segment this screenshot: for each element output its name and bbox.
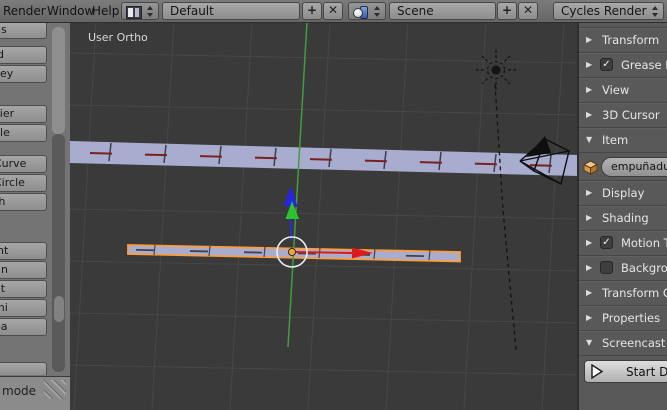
properties-region: ▶ Transform ▶ ✓ Grease Pe ▶ View ▶ 3D Cu…	[577, 22, 667, 410]
panel-section-label: Display	[602, 186, 645, 200]
tool-button-nurbs-curve[interactable]: Curve	[0, 155, 47, 173]
panel-section-motion-tracking[interactable]: ▶ ✓ Motion Tra	[579, 230, 667, 256]
tool-button-area-lamp[interactable]: ea	[0, 318, 47, 336]
panel-section-label: Motion Tra	[621, 236, 667, 250]
disclosure-triangle-icon: ▶	[586, 60, 593, 69]
screen-layout-icon	[126, 6, 142, 19]
tool-button-path[interactable]: th	[0, 193, 47, 211]
checkbox[interactable]: ✓	[600, 58, 613, 71]
viewport-scene	[70, 22, 578, 410]
tool-button-sun-lamp[interactable]: un	[0, 261, 47, 279]
panel-section-properties[interactable]: ▶ Properties	[579, 305, 667, 331]
plus-icon: +	[501, 3, 513, 17]
render-engine-dropdown[interactable]: Cycles Render	[553, 2, 664, 20]
object-origin-dot	[287, 247, 297, 257]
viewport-header-strip: mode	[0, 376, 70, 410]
tool-button-partial[interactable]	[0, 362, 47, 375]
item-name-row: empuñadur	[579, 152, 667, 181]
shelf-scrollbar-thumb[interactable]	[54, 296, 64, 322]
tool-button-monkey[interactable]: key	[0, 65, 47, 83]
panel-section-label: Backgroun	[621, 261, 667, 275]
resize-grip-icon[interactable]	[44, 380, 66, 399]
updown-arrows-icon	[147, 6, 154, 17]
menu-window[interactable]: Window	[47, 4, 94, 18]
tool-button-point-lamp[interactable]: int	[0, 242, 47, 260]
viewport-canvas[interactable]: User Ortho	[70, 22, 578, 410]
panel-section-shading[interactable]: ▶ Shading	[579, 205, 667, 231]
plus-icon: +	[306, 3, 318, 17]
disclosure-triangle-icon: ▼	[586, 135, 593, 144]
blender-window: Render Window Help Default + ✕ Scene + ✕…	[0, 0, 667, 410]
menu-help[interactable]: Help	[92, 4, 119, 18]
tool-button-torus[interactable]: us	[0, 23, 47, 39]
panel-section-label: View	[602, 83, 630, 97]
shelf-scrollbar-track-top[interactable]	[52, 27, 65, 134]
checkbox[interactable]: ✓	[600, 236, 613, 249]
disclosure-triangle-icon: ▶	[586, 213, 593, 222]
panel-section-label: Item	[602, 133, 629, 147]
add-scene-button[interactable]: +	[497, 2, 517, 20]
disclosure-triangle-icon: ▶	[586, 35, 593, 44]
panel-section-label: Transform	[602, 33, 660, 47]
checkbox[interactable]	[600, 261, 613, 274]
disclosure-triangle-icon: ▶	[586, 188, 593, 197]
close-icon: ✕	[327, 3, 339, 17]
play-icon	[591, 363, 604, 380]
disclosure-triangle-icon: ▶	[586, 85, 593, 94]
mesh-cube-icon	[583, 160, 598, 175]
disclosure-triangle-icon: ▶	[586, 263, 593, 272]
scene-name-field[interactable]: Scene	[389, 2, 496, 20]
tool-button-bezier[interactable]: zier	[0, 105, 47, 123]
grid-green-axis	[287, 22, 308, 348]
close-layout-button[interactable]: ✕	[323, 2, 343, 20]
floor-grid	[70, 22, 578, 410]
start-display-button[interactable]: Start D	[584, 360, 667, 383]
shelf-scrollbar-track[interactable]	[52, 134, 65, 372]
panel-section-transform[interactable]: ▶ Transform	[579, 27, 667, 53]
tool-shelf: us id key zier cle Curve Circle th int u…	[0, 22, 70, 376]
tool-button-hemi-lamp[interactable]: mi	[0, 299, 47, 317]
panel-section-label: Transform Ori	[602, 286, 667, 300]
updown-arrows-icon	[374, 6, 381, 17]
scene-selector[interactable]	[348, 2, 386, 20]
panel-section-item[interactable]: ▼ Item	[579, 127, 667, 153]
mode-dropdown[interactable]: mode	[2, 384, 36, 398]
panel-section-background-images[interactable]: ▶ Backgroun	[579, 255, 667, 281]
panel-section-label: Grease Pe	[621, 58, 667, 72]
panel-section-display[interactable]: ▶ Display	[579, 180, 667, 206]
panel-section-transform-orientations[interactable]: ▶ Transform Ori	[579, 280, 667, 306]
screen-layout-selector[interactable]	[121, 2, 159, 20]
view-name-label: User Ortho	[88, 31, 148, 44]
disclosure-triangle-icon: ▶	[586, 110, 593, 119]
panel-section-3d-cursor[interactable]: ▶ 3D Cursor	[579, 102, 667, 128]
menu-render[interactable]: Render	[3, 4, 46, 18]
panel-section-label: Screencast Ke	[602, 336, 667, 350]
screencast-keys-body: Start D	[579, 355, 667, 389]
scene-icon	[353, 6, 369, 19]
panel-section-label: Properties	[602, 311, 661, 325]
close-icon: ✕	[522, 3, 534, 17]
panel-section-screencast-keys[interactable]: ▼ Screencast Ke	[579, 330, 667, 356]
disclosure-triangle-icon: ▼	[586, 338, 593, 347]
tool-button-circle[interactable]: cle	[0, 124, 47, 142]
plank-object-long[interactable]	[70, 141, 578, 176]
tool-button-nurbs-circle[interactable]: Circle	[0, 174, 47, 192]
updown-arrows-icon	[652, 6, 659, 17]
add-layout-button[interactable]: +	[302, 2, 322, 20]
panel-section-label: Shading	[602, 211, 649, 225]
disclosure-triangle-icon: ▶	[586, 238, 593, 247]
panel-section-grease-pencil[interactable]: ▶ ✓ Grease Pe	[579, 52, 667, 78]
screen-layout-name-field[interactable]: Default	[162, 2, 300, 20]
close-scene-button[interactable]: ✕	[518, 2, 538, 20]
tool-button-spot-lamp[interactable]: ot	[0, 280, 47, 298]
disclosure-triangle-icon: ▶	[586, 313, 593, 322]
panel-section-label: 3D Cursor	[602, 108, 660, 122]
object-name-field[interactable]: empuñadur	[601, 157, 667, 177]
panel-section-view[interactable]: ▶ View	[579, 77, 667, 103]
manipulator-x-axis[interactable]	[295, 251, 354, 254]
tool-button-grid[interactable]: id	[0, 46, 47, 64]
top-header: Render Window Help Default + ✕ Scene + ✕…	[0, 0, 667, 23]
disclosure-triangle-icon: ▶	[586, 288, 593, 297]
